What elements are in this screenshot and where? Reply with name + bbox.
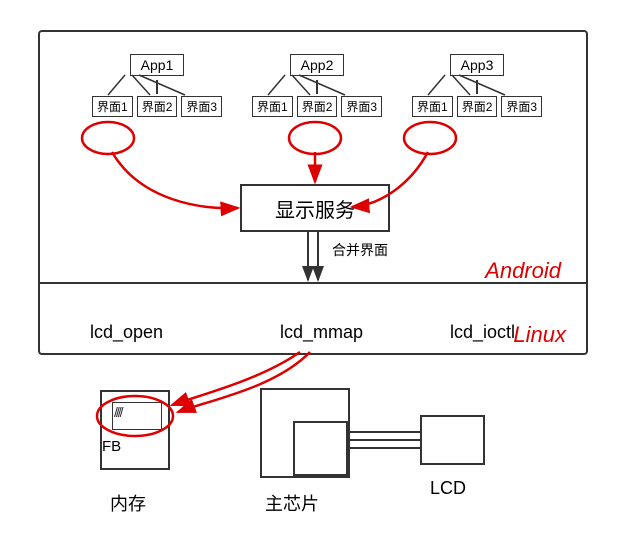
syscall-mmap: lcd_mmap (280, 322, 363, 343)
linux-label: Linux (513, 322, 566, 348)
chip-inner-icon (293, 421, 348, 476)
ui-box: 界面2 (457, 96, 498, 117)
ui-box: 界面1 (412, 96, 453, 117)
lcd-caption: LCD (430, 478, 466, 499)
syscall-open: lcd_open (90, 322, 163, 343)
ui-box: 界面3 (501, 96, 542, 117)
android-label: Android (485, 258, 561, 284)
app-group-2: App2 界面1 界面2 界面3 (250, 54, 384, 117)
ui-box: 界面1 (252, 96, 293, 117)
ui-box: 界面3 (341, 96, 382, 117)
ui-box: 界面2 (137, 96, 178, 117)
connector-line (316, 80, 318, 94)
ui-row: 界面1 界面2 界面3 (410, 96, 544, 117)
chip-caption: 主芯片 (265, 490, 319, 516)
memory-box: //// FB (100, 390, 170, 470)
app-box: App2 (290, 54, 345, 76)
bus-lines-icon (350, 425, 420, 455)
memory-caption: 内存 (110, 490, 146, 516)
app-box: App3 (450, 54, 505, 76)
ui-row: 界面1 界面2 界面3 (90, 96, 224, 117)
chip-box (260, 388, 350, 478)
hatch-icon: //// (114, 404, 160, 428)
merge-label: 合并界面 (332, 240, 388, 260)
syscall-ioctl: lcd_ioctl (450, 322, 515, 343)
ui-box: 界面3 (181, 96, 222, 117)
app-box: App1 (130, 54, 185, 76)
ui-row: 界面1 界面2 界面3 (250, 96, 384, 117)
display-service-box: 显示服务 (240, 184, 390, 232)
connector-line (156, 80, 158, 94)
lcd-box (420, 415, 485, 465)
android-linux-layer-box: App1 界面1 界面2 界面3 App2 界面1 界面2 界面3 App3 界… (38, 30, 588, 355)
app-group-3: App3 界面1 界面2 界面3 (410, 54, 544, 117)
ui-box: 界面1 (92, 96, 133, 117)
connector-line (476, 80, 478, 94)
app-group-1: App1 界面1 界面2 界面3 (90, 54, 224, 117)
ui-box: 界面2 (297, 96, 338, 117)
fb-label: FB (102, 438, 168, 455)
